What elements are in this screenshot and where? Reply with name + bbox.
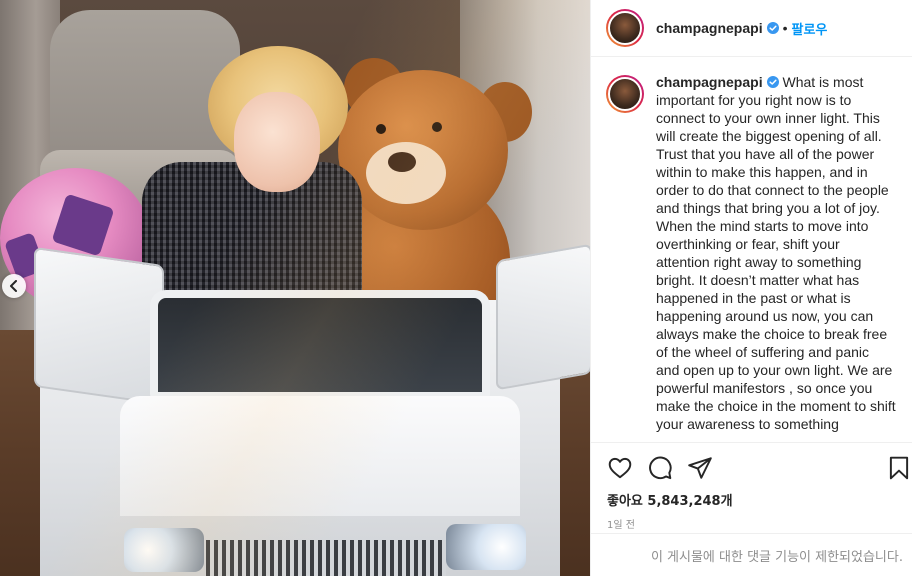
chevron-left-icon — [10, 280, 17, 292]
post-side-panel: champagnepapi • 팔로우 champagnepapi What i… — [590, 0, 912, 576]
verified-badge-icon — [766, 22, 779, 34]
bookmark-icon[interactable] — [886, 455, 912, 481]
caption-section: champagnepapi What is most important for… — [591, 57, 912, 442]
avatar-image — [608, 11, 642, 45]
likes-count[interactable]: 좋아요 5,843,248개 — [607, 490, 733, 509]
post-actions: 좋아요 5,843,248개 1일 전 이 게시물에 대한 댓글 기능이 제한되… — [591, 442, 912, 576]
verified-badge-icon — [766, 76, 779, 88]
post-header: champagnepapi • 팔로우 — [591, 0, 912, 57]
avatar[interactable] — [606, 9, 644, 47]
caption-body: What is most important for you right now… — [656, 74, 896, 432]
comment-icon[interactable] — [647, 455, 673, 481]
heart-icon[interactable] — [607, 455, 633, 481]
header-separator: • — [782, 20, 788, 36]
carousel-prev-button[interactable] — [2, 274, 26, 298]
share-icon[interactable] — [687, 455, 713, 481]
follow-button[interactable]: 팔로우 — [792, 19, 828, 38]
post-photo[interactable] — [0, 0, 590, 576]
caption-username[interactable]: champagnepapi — [656, 74, 763, 90]
header-username[interactable]: champagnepapi — [656, 20, 763, 36]
caption: champagnepapi What is most important for… — [656, 73, 896, 442]
action-icons — [607, 455, 713, 481]
post-timestamp[interactable]: 1일 전 — [607, 516, 635, 531]
avatar-image — [608, 77, 642, 111]
comments-disabled-notice: 이 게시물에 대한 댓글 기능이 제한되었습니다. — [591, 533, 912, 576]
photo-sunlight — [0, 0, 590, 576]
caption-avatar[interactable] — [606, 75, 644, 113]
